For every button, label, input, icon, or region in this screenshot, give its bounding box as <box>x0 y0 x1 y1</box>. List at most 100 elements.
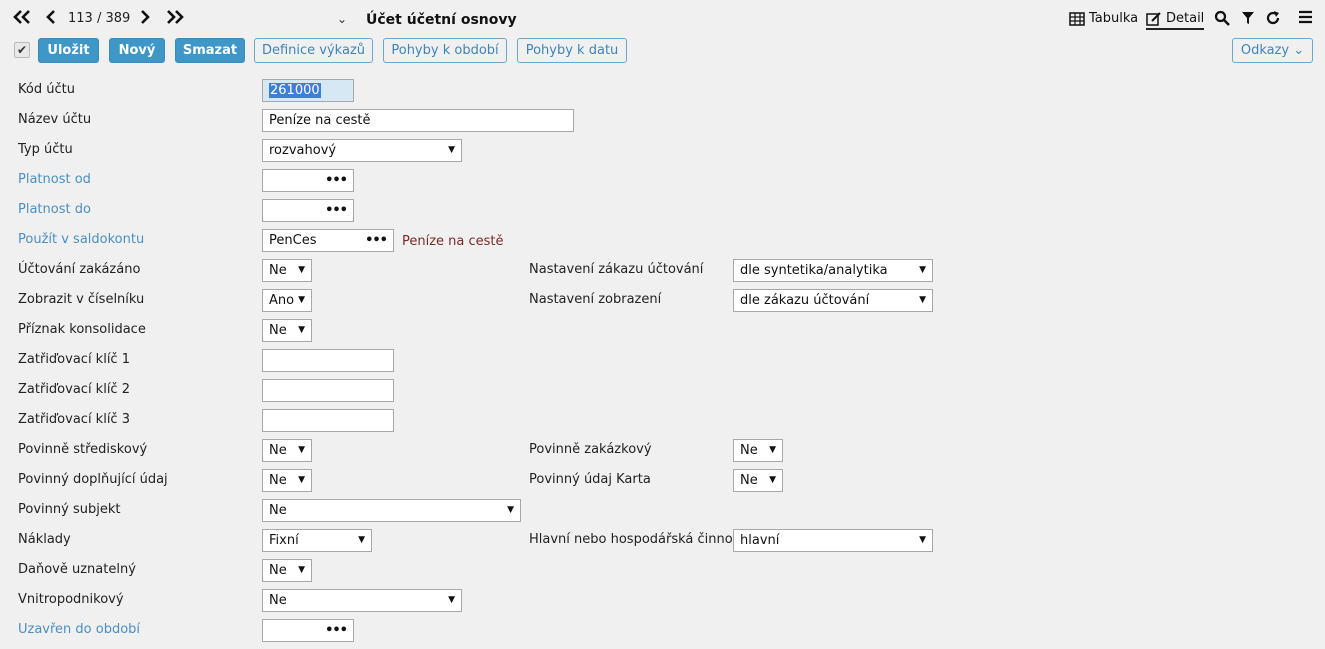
dropdown-arrow-icon: ▼ <box>298 295 305 305</box>
consolidation-select[interactable]: Ne ▼ <box>262 319 312 342</box>
search-button[interactable] <box>1214 10 1230 30</box>
posting-forbidden-select[interactable]: Ne ▼ <box>262 259 312 282</box>
mandatory-extra-select[interactable]: Ne ▼ <box>262 469 312 492</box>
mandatory-subject-label: Povinný subjekt <box>18 502 121 517</box>
delete-button[interactable]: Smazat <box>175 38 245 63</box>
dropdown-arrow-icon: ▼ <box>298 565 305 575</box>
report-definition-button[interactable]: Definice výkazů <box>254 38 373 63</box>
ellipsis-icon[interactable]: ••• <box>325 620 348 641</box>
closed-until-label[interactable]: Uzavřen do období <box>18 620 140 640</box>
account-code-input[interactable]: 261000 <box>262 79 354 102</box>
dropdown-arrow-icon: ▼ <box>448 595 455 605</box>
dropdown-arrow-icon: ▼ <box>919 295 926 305</box>
tab-detail-label: Detail <box>1166 11 1205 26</box>
mandatory-order-label: Povinně zakázkový <box>529 442 652 457</box>
mandatory-card-select[interactable]: Ne ▼ <box>733 469 783 492</box>
key3-input[interactable] <box>262 409 394 432</box>
account-type-select[interactable]: rozvahový ▼ <box>262 139 462 162</box>
intracompany-value: Ne <box>269 593 287 608</box>
account-name-label: Název účtu <box>18 112 92 127</box>
closed-until-input[interactable]: ••• <box>262 619 354 642</box>
search-icon <box>1214 10 1230 26</box>
tax-deductible-select[interactable]: Ne ▼ <box>262 559 312 582</box>
table-icon <box>1069 11 1085 26</box>
mandatory-order-select[interactable]: Ne ▼ <box>733 439 783 462</box>
double-chevron-left-icon <box>13 10 30 24</box>
menu-button[interactable] <box>1298 10 1313 28</box>
movements-period-button[interactable]: Pohyby k období <box>383 38 507 63</box>
account-name-input[interactable]: Peníze na cestě <box>262 109 574 132</box>
last-record-button[interactable] <box>165 9 185 30</box>
save-button[interactable]: Uložit <box>38 38 99 63</box>
next-record-button[interactable] <box>139 9 151 30</box>
page-title: Účet účetní osnovy <box>366 12 517 28</box>
ellipsis-icon[interactable]: ••• <box>325 170 348 191</box>
links-dropdown-button[interactable]: Odkazy ⌄ <box>1232 38 1313 63</box>
tab-detail-view[interactable]: Detail <box>1146 11 1205 30</box>
tax-deductible-label: Daňově uznatelný <box>18 562 136 577</box>
mandatory-subject-value: Ne <box>269 503 287 518</box>
dropdown-arrow-icon: ▼ <box>769 445 776 455</box>
ellipsis-icon[interactable]: ••• <box>325 200 348 221</box>
posting-forbidden-value: Ne <box>269 263 287 278</box>
tab-table-view[interactable]: Tabulka <box>1069 11 1138 26</box>
saldo-label[interactable]: Použít v saldokontu <box>18 230 144 250</box>
key2-input[interactable] <box>262 379 394 402</box>
posting-forbidden-setting-select[interactable]: dle syntetika/analytika ▼ <box>733 259 933 282</box>
edit-icon <box>1146 11 1161 26</box>
select-checkbox[interactable]: ✔ <box>14 42 30 58</box>
display-setting-select[interactable]: dle zákazu účtování ▼ <box>733 289 933 312</box>
mandatory-center-select[interactable]: Ne ▼ <box>262 439 312 462</box>
key3-label: Zatřiďovací klíč 3 <box>18 412 130 427</box>
saldo-name-text: Peníze na cestě <box>402 234 504 249</box>
refresh-icon <box>1266 11 1280 25</box>
activity-value: hlavní <box>740 533 780 548</box>
valid-to-label[interactable]: Platnost do <box>18 200 91 220</box>
key1-label: Zatřiďovací klíč 1 <box>18 352 130 367</box>
title-dropdown-caret[interactable]: ⌄ <box>337 12 347 26</box>
activity-select[interactable]: hlavní ▼ <box>733 529 933 552</box>
show-in-list-label: Zobrazit v číselníku <box>18 292 145 307</box>
saldo-value: PenCes <box>269 233 317 248</box>
record-pager: 113 / 389 <box>68 11 131 26</box>
prev-record-button[interactable] <box>45 9 57 30</box>
ellipsis-icon[interactable]: ••• <box>365 230 388 251</box>
posting-forbidden-setting-value: dle syntetika/analytika <box>740 263 888 278</box>
account-code-label: Kód účtu <box>18 82 75 97</box>
valid-from-input[interactable]: ••• <box>262 169 354 192</box>
intracompany-select[interactable]: Ne ▼ <box>262 589 462 612</box>
valid-from-label[interactable]: Platnost od <box>18 170 91 190</box>
activity-label: Hlavní nebo hospodářská činnost <box>529 532 745 547</box>
dropdown-arrow-icon: ▼ <box>298 325 305 335</box>
consolidation-label: Příznak konsolidace <box>18 322 146 337</box>
key2-label: Zatřiďovací klíč 2 <box>18 382 130 397</box>
posting-forbidden-label: Účtování zakázáno <box>18 262 141 277</box>
consolidation-value: Ne <box>269 323 287 338</box>
costs-select[interactable]: Fixní ▼ <box>262 529 372 552</box>
mandatory-card-label: Povinný údaj Karta <box>529 472 651 487</box>
mandatory-order-value: Ne <box>740 443 758 458</box>
show-in-list-select[interactable]: Ano ▼ <box>262 289 312 312</box>
mandatory-center-label: Povinně střediskový <box>18 442 148 457</box>
mandatory-center-value: Ne <box>269 443 287 458</box>
key1-input[interactable] <box>262 349 394 372</box>
saldo-input[interactable]: PenCes ••• <box>262 229 394 252</box>
account-type-value: rozvahový <box>269 143 337 158</box>
dropdown-arrow-icon: ▼ <box>769 475 776 485</box>
costs-value: Fixní <box>269 533 299 548</box>
dropdown-arrow-icon: ▼ <box>919 535 926 545</box>
dropdown-arrow-icon: ▼ <box>448 145 455 155</box>
dropdown-arrow-icon: ▼ <box>298 265 305 275</box>
new-button[interactable]: Nový <box>109 38 165 63</box>
valid-to-input[interactable]: ••• <box>262 199 354 222</box>
movements-date-button[interactable]: Pohyby k datu <box>517 38 627 63</box>
tab-table-label: Tabulka <box>1089 11 1139 26</box>
first-record-button[interactable] <box>12 9 32 30</box>
tax-deductible-value: Ne <box>269 563 287 578</box>
mandatory-subject-select[interactable]: Ne ▼ <box>262 499 521 522</box>
filter-button[interactable] <box>1241 10 1255 30</box>
posting-forbidden-setting-label: Nastavení zákazu účtování <box>529 262 704 277</box>
account-type-label: Typ účtu <box>18 142 73 157</box>
account-code-value: 261000 <box>269 83 321 98</box>
refresh-button[interactable] <box>1265 10 1281 30</box>
